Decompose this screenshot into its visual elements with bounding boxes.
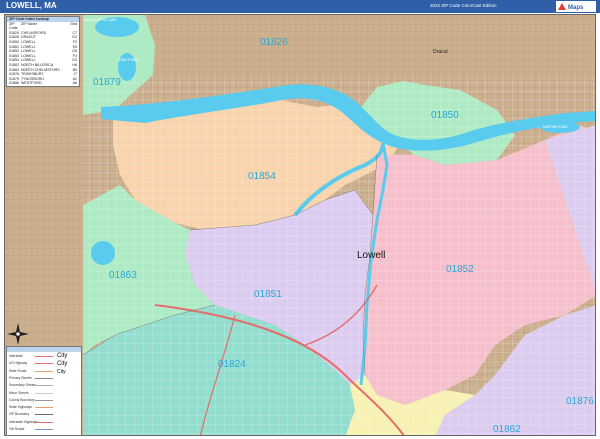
legend-city-sample-1: City xyxy=(57,353,68,359)
map-legend: Interstate US Highway State Route Primary S… xyxy=(6,346,82,436)
zip-grid-cell: A6 xyxy=(72,81,77,86)
legend-row-label: US Highway xyxy=(9,361,28,366)
city-label-lowell: Lowell xyxy=(357,250,385,261)
legend-row-swatch xyxy=(35,421,53,423)
zip-label-01862: 01862 xyxy=(493,424,521,435)
legend-row-label: Minor Streets xyxy=(9,390,29,395)
zip-label-01876: 01876 xyxy=(566,396,594,407)
lake-label-2: LONG POND xyxy=(117,58,139,62)
place-label-dracut: Dracut xyxy=(433,49,448,55)
map-title: LOWELL, MA xyxy=(6,1,57,10)
zip-label-01879: 01879 xyxy=(93,77,121,88)
zip-label-01826: 01826 xyxy=(260,37,288,48)
zip-label-01854: 01854 xyxy=(248,171,276,182)
legend-row-label: Interstate xyxy=(9,354,23,358)
zip-code-map[interactable]: 01826 01879 01850 01854 01852 01851 0186… xyxy=(5,15,596,436)
lake-label-1: MASCUPPIC LAKE xyxy=(85,18,117,22)
zip-label-01852: 01852 xyxy=(446,264,474,275)
legend-row-swatch xyxy=(35,399,53,401)
lake-label-3: MARTINS POND xyxy=(543,125,568,129)
zip-label-01824: 01824 xyxy=(218,359,246,370)
legend-row-swatch xyxy=(35,377,53,379)
market-maps-logo: Maps xyxy=(556,1,596,12)
legend-city-sample-3: City xyxy=(57,369,66,375)
zip-table-header: ZIP Code ZIP Name Grid xyxy=(7,22,79,31)
map-frame[interactable]: 01826 01879 01850 01854 01852 01851 0186… xyxy=(4,14,596,436)
edition-label: 2022 ZIP Code ColorCast Edition xyxy=(430,3,497,8)
legend-header xyxy=(7,347,81,352)
zip-code-cell: 01886 xyxy=(9,81,19,86)
legend-row-swatch xyxy=(35,407,53,409)
legend-row-swatch xyxy=(35,370,53,372)
zip-table-header-name: ZIP Name xyxy=(21,21,38,26)
zip-code-index-table: ZIP Code Index Lookup ZIP Code ZIP Name … xyxy=(6,16,80,87)
legend-row-label: State Highways xyxy=(9,405,32,410)
legend-row-swatch xyxy=(35,429,53,430)
zip-table-header-code: ZIP Code xyxy=(9,21,18,31)
svg-text:Maps: Maps xyxy=(568,5,584,11)
compass-rose-icon xyxy=(7,323,29,345)
zip-label-01851: 01851 xyxy=(254,289,282,300)
zip-table-header-grid: Grid xyxy=(70,21,77,26)
legend-row-label: Interstate Highways xyxy=(9,419,38,424)
legend-row-label: Toll Roads xyxy=(9,427,25,431)
legend-row-swatch xyxy=(35,363,53,365)
zip-table-row: 01886 WESTFORD A6 xyxy=(7,81,79,86)
zip-name-cell: WESTFORD xyxy=(21,81,42,86)
legend-row-label: ZIP Boundary xyxy=(9,412,30,417)
zip-label-01850: 01850 xyxy=(431,110,459,121)
lake-west xyxy=(91,241,115,265)
legend-row-swatch xyxy=(35,414,53,416)
title-bar: LOWELL, MA 2022 ZIP Code ColorCast Editi… xyxy=(0,0,600,13)
legend-row-label: County Boundary xyxy=(9,397,35,402)
legend-city-sample-2: City xyxy=(57,361,68,367)
legend-row-swatch xyxy=(35,385,53,387)
legend-row-swatch xyxy=(35,356,53,357)
legend-row-label: Secondary Streets xyxy=(9,383,37,388)
legend-row-label: State Route xyxy=(9,368,27,373)
zip-label-01863: 01863 xyxy=(109,270,137,281)
legend-row-swatch xyxy=(35,392,53,394)
legend-row-label: Primary Streets xyxy=(9,375,32,380)
